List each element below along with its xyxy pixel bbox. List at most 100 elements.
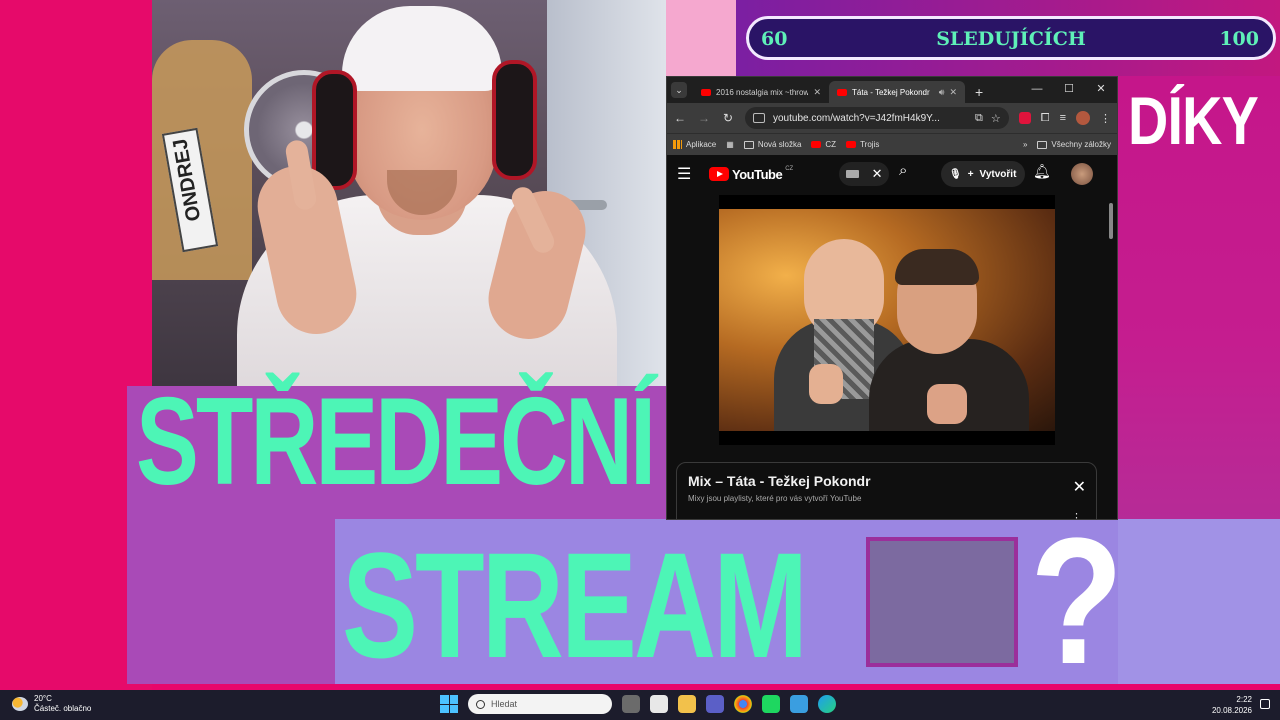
tab-groups-icon[interactable]: ▦ xyxy=(726,140,734,149)
browser-window[interactable]: ⌄ 2016 nostalgia mix ~throw ✕ Táta - Tež… xyxy=(666,76,1118,520)
background-lower-purple xyxy=(127,520,335,684)
minimize-icon[interactable]: — xyxy=(1021,77,1053,101)
address-bar[interactable]: youtube.com/watch?v=J42fmH4k9Y... ⧉ ☆ xyxy=(745,107,1009,129)
streamer-cap xyxy=(342,6,502,91)
close-tab-icon[interactable]: ✕ xyxy=(813,87,821,98)
tab-strip: ⌄ 2016 nostalgia mix ~throw ✕ Táta - Tež… xyxy=(667,77,1117,103)
browser-toolbar: ← → ↻ youtube.com/watch?v=J42fmH4k9Y... … xyxy=(667,103,1117,133)
task-view-icon[interactable] xyxy=(622,695,640,713)
headphone-right xyxy=(492,60,537,180)
keyboard-icon[interactable] xyxy=(845,170,859,178)
bookmark-label: CZ xyxy=(825,140,837,149)
thanks-text: DÍKY xyxy=(1128,83,1259,159)
background-lavender-right xyxy=(1118,519,1280,684)
cast-icon[interactable]: ⧉ xyxy=(975,112,983,125)
hamburger-menu-icon[interactable]: ☰ xyxy=(677,164,701,184)
apps-grid-icon xyxy=(673,140,682,149)
youtube-logo[interactable]: YouTube CZ xyxy=(709,166,794,182)
chrome-icon[interactable] xyxy=(734,695,752,713)
follower-goal-max: 100 xyxy=(1219,28,1259,50)
folder-icon xyxy=(1037,140,1048,149)
notifications-bell-icon[interactable]: 🔔︎ xyxy=(1033,163,1051,180)
back-arrow-icon[interactable]: ← xyxy=(673,111,687,125)
search-icon[interactable]: ⌕ xyxy=(899,162,907,179)
bookmark-label: Nová složka xyxy=(757,140,802,149)
pointing-hand-right xyxy=(927,384,967,424)
microphone-icon[interactable]: 🎙︎ xyxy=(949,169,962,180)
browser-menu-icon[interactable]: ⋮ xyxy=(1100,112,1111,125)
window-controls: — ☐ ✕ xyxy=(1021,77,1117,101)
follower-goal-label: SLEDUJÍCÍCH xyxy=(936,28,1086,50)
bookmarks-bar: Aplikace ▦ Nová složka CZ Trojis » Všech… xyxy=(667,133,1117,155)
windows-taskbar: 20°C Částeč. oblačno Hledat 2:22 20.08.2… xyxy=(0,690,1280,720)
extensions-puzzle-icon[interactable]: ⧠ xyxy=(1041,112,1050,125)
bookmark-apps[interactable]: Aplikace xyxy=(673,140,716,149)
mix-title[interactable]: Mix – Táta - Težkej Pokondr xyxy=(688,473,1085,489)
clock-date: 20.08.2026 xyxy=(1211,706,1252,715)
teams-icon[interactable] xyxy=(706,695,724,713)
bookmark-all[interactable]: Všechny záložky xyxy=(1037,140,1111,149)
stream-title-line2: STREAM xyxy=(342,521,808,689)
youtube-header: ☰ YouTube CZ ✕ ⌕ 🎙︎ + Vytvořit 🔔︎ xyxy=(667,155,1117,193)
follower-goal-bar: 60 SLEDUJÍCÍCH 100 xyxy=(746,16,1276,60)
extension-icon[interactable] xyxy=(1018,112,1031,124)
youtube-icon xyxy=(811,141,822,148)
bookmark-star-icon[interactable]: ☆ xyxy=(991,112,1001,125)
weather-widget[interactable]: 20°C Částeč. oblačno xyxy=(12,694,91,714)
bookmarks-right: » Všechny záložky xyxy=(1023,140,1111,149)
youtube-favicon-icon xyxy=(701,88,711,96)
taskbar-search-placeholder: Hledat xyxy=(491,699,518,709)
bookmark-label: Trojis xyxy=(860,140,880,149)
taskbar-search[interactable]: Hledat xyxy=(468,694,612,714)
taskbar-clock[interactable]: 2:22 20.08.2026 xyxy=(1212,694,1252,716)
app-green-icon[interactable] xyxy=(762,695,780,713)
background-pink-top xyxy=(666,0,736,76)
partly-cloudy-icon xyxy=(12,697,28,711)
webcam-feed: ONDREJ xyxy=(152,0,666,386)
site-info-icon[interactable] xyxy=(753,113,765,123)
photos-icon[interactable] xyxy=(790,695,808,713)
media-control-icon[interactable]: ≡ xyxy=(1060,112,1066,124)
file-explorer-icon[interactable] xyxy=(678,695,696,713)
clear-search-icon[interactable]: ✕ xyxy=(872,166,883,182)
bookmark-label: Aplikace xyxy=(686,140,717,149)
store-icon[interactable] xyxy=(650,695,668,713)
clock-time: 2:22 xyxy=(1236,695,1252,704)
close-icon[interactable]: ✕ xyxy=(1073,477,1086,497)
video-frame[interactable] xyxy=(719,209,1055,431)
bookmark-trojis[interactable]: Trojis xyxy=(846,140,879,149)
close-tab-icon[interactable]: ✕ xyxy=(949,87,957,98)
reload-icon[interactable]: ↻ xyxy=(721,111,735,125)
weather-text: 20°C Částeč. oblačno xyxy=(34,694,91,714)
close-window-icon[interactable]: ✕ xyxy=(1085,77,1117,101)
youtube-avatar[interactable] xyxy=(1071,163,1093,185)
video-player[interactable] xyxy=(719,195,1055,445)
more-bookmarks-icon[interactable]: » xyxy=(1023,140,1027,149)
youtube-search-input[interactable]: ✕ xyxy=(839,162,889,186)
tab-search-button[interactable]: ⌄ xyxy=(671,82,687,98)
bookmark-new-folder[interactable]: Nová složka xyxy=(743,140,802,149)
tab-nostalgia-mix[interactable]: 2016 nostalgia mix ~throw ✕ xyxy=(693,81,829,103)
edge-icon[interactable] xyxy=(818,695,836,713)
youtube-icon xyxy=(846,141,857,148)
scrollbar-thumb[interactable] xyxy=(1109,203,1113,239)
start-windows-icon[interactable] xyxy=(440,695,458,713)
weather-temp: 20°C xyxy=(34,694,52,703)
profile-avatar[interactable] xyxy=(1076,111,1090,125)
create-button[interactable]: 🎙︎ + Vytvořit xyxy=(941,161,1025,187)
new-tab-button[interactable]: + xyxy=(975,84,983,100)
maximize-icon[interactable]: ☐ xyxy=(1053,77,1085,101)
audio-playing-icon[interactable]: 🔊︎ xyxy=(939,87,945,98)
search-icon xyxy=(476,699,485,709)
youtube-favicon-icon xyxy=(837,88,847,96)
title-placeholder-box xyxy=(866,537,1018,667)
youtube-region: CZ xyxy=(785,166,794,172)
folder-icon xyxy=(743,140,754,149)
forward-arrow-icon[interactable]: → xyxy=(697,111,711,125)
bookmark-cz[interactable]: CZ xyxy=(811,140,836,149)
url-text[interactable]: youtube.com/watch?v=J42fmH4k9Y... xyxy=(773,113,967,124)
page-scrollbar[interactable] xyxy=(1109,195,1115,519)
notification-icon[interactable] xyxy=(1260,699,1270,709)
tab-tata[interactable]: Táta - Težkej Pokondr 🔊︎ ✕ xyxy=(829,81,965,103)
taskbar-center: Hledat xyxy=(440,694,836,714)
